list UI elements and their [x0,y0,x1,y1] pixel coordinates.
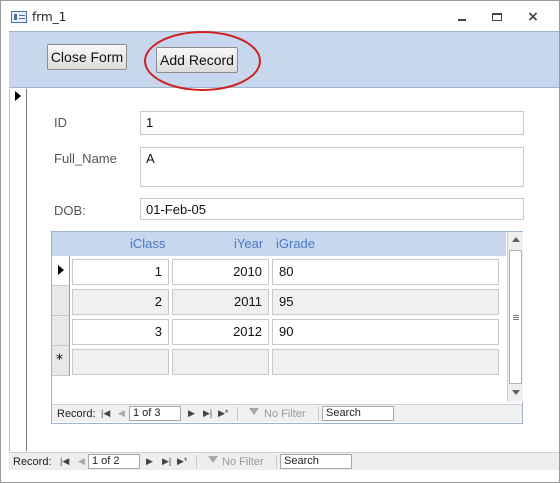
id-field[interactable]: 1 [140,111,524,135]
maximize-icon [492,13,502,21]
last-record-icon[interactable]: ▶| [162,455,171,467]
full-name-field[interactable]: A [140,147,524,187]
cell-iyear[interactable]: 2012 [172,319,269,345]
first-record-icon[interactable]: |◀ [101,407,110,419]
record-position[interactable]: 1 of 2 [88,454,140,469]
current-record-arrow-icon [15,91,21,101]
new-record-nav-icon[interactable]: ▶* [177,455,187,467]
table-row: 2 2011 95 [52,286,506,316]
form-header: Close Form Add Record [9,31,559,91]
full-name-label: Full_Name [54,151,117,166]
nav-divider [318,407,319,421]
first-record-icon[interactable]: |◀ [60,455,69,467]
new-record-row: * [52,346,506,376]
cell-igrade[interactable]: 90 [272,319,499,345]
last-record-icon[interactable]: ▶| [203,407,212,419]
filter-icon [249,408,259,415]
maximize-button[interactable] [489,10,505,24]
subform-search-input[interactable]: Search [322,406,394,421]
scroll-thumb[interactable] [509,250,522,384]
filter-icon [208,456,218,463]
record-label: Record: [13,456,52,468]
new-record-nav-icon[interactable]: ▶* [218,407,228,419]
subform-record-label: Record: [57,408,96,420]
close-window-button[interactable]: × [525,10,541,24]
new-cell-igrade[interactable] [272,349,499,375]
record-selector[interactable] [9,89,27,451]
subform-column-headers: iClass iYear iGrade [52,232,506,256]
close-form-button[interactable]: Close Form [47,44,127,70]
filter-button[interactable]: No Filter [222,456,264,468]
search-input[interactable]: Search [280,454,352,469]
row-selector[interactable] [52,286,70,316]
grip-icon [513,315,519,316]
cell-iclass[interactable]: 2 [72,289,169,315]
column-header-igrade[interactable]: iGrade [276,236,315,251]
subform-record-position[interactable]: 1 of 3 [129,406,181,421]
nav-divider [237,407,238,421]
column-header-iclass[interactable]: iClass [130,236,165,251]
dob-field[interactable]: 01-Feb-05 [140,198,524,220]
previous-record-icon[interactable]: ◀ [118,407,125,419]
id-label: ID [54,115,67,130]
window-title: frm_1 [32,10,67,24]
highlight-circle [144,31,261,91]
nav-divider [276,455,277,469]
subform-vertical-scrollbar[interactable] [507,232,523,402]
new-cell-iclass[interactable] [72,349,169,375]
table-row: 3 2012 90 [52,316,506,346]
current-row-arrow-icon [58,265,64,275]
subform-filter-button[interactable]: No Filter [264,408,306,420]
minimize-button[interactable] [454,10,470,24]
form-icon [11,11,27,23]
next-record-icon[interactable]: ▶ [188,407,195,419]
grades-subform: iClass iYear iGrade 1 2010 80 2 2011 95 … [51,231,523,424]
cell-igrade[interactable]: 80 [272,259,499,285]
column-header-iyear[interactable]: iYear [234,236,263,251]
form-window: frm_1 × Close Form Add Record ID 1 Full_… [0,0,560,483]
table-row: 1 2010 80 [52,256,506,286]
previous-record-icon[interactable]: ◀ [78,455,85,467]
next-record-icon[interactable]: ▶ [146,455,153,467]
nav-divider [196,455,197,469]
row-selector[interactable]: * [52,346,70,376]
row-selector[interactable] [52,316,70,346]
dob-label: DOB: [54,203,86,218]
cell-iclass[interactable]: 3 [72,319,169,345]
scroll-down-icon[interactable] [512,390,520,395]
title-bar: frm_1 × [1,1,559,31]
form-navigation-bar: Record: |◀ ◀ 1 of 2 ▶ ▶| ▶* No Filter Se… [9,452,559,470]
row-selector[interactable] [52,256,70,286]
scroll-up-icon[interactable] [512,237,520,242]
cell-iclass[interactable]: 1 [72,259,169,285]
cell-igrade[interactable]: 95 [272,289,499,315]
minimize-icon [458,19,466,21]
cell-iyear[interactable]: 2011 [172,289,269,315]
cell-iyear[interactable]: 2010 [172,259,269,285]
new-cell-iyear[interactable] [172,349,269,375]
new-record-icon: * [56,352,63,368]
subform-navigation-bar: Record: |◀ ◀ 1 of 3 ▶ ▶| ▶* No Filter Se… [52,404,522,422]
